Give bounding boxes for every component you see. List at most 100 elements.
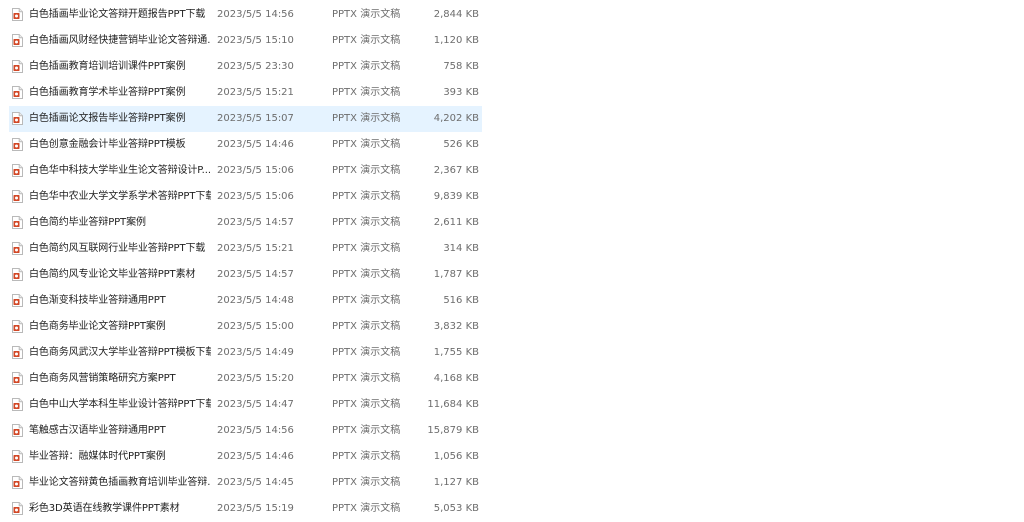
file-name: 白色插画论文报告毕业答辩PPT案例: [29, 113, 186, 124]
file-date: 2023/5/5 14:56: [217, 425, 294, 436]
pptx-file-icon: [12, 346, 23, 359]
file-name: 毕业答辩：融媒体时代PPT案例: [29, 451, 166, 462]
file-row[interactable]: 彩色3D英语在线教学课件PPT素材 2023/5/5 15:19 PPTX 演示…: [9, 496, 482, 522]
file-row[interactable]: 白色中山大学本科生毕业设计答辩PPT下载 2023/5/5 14:47 PPTX…: [9, 392, 482, 418]
pptx-file-icon: [12, 190, 23, 203]
file-date: 2023/5/5 14:56: [217, 9, 294, 20]
file-name: 白色渐变科技毕业答辩通用PPT: [29, 295, 166, 306]
file-row[interactable]: 白色插画教育学术毕业答辩PPT案例 2023/5/5 15:21 PPTX 演示…: [9, 80, 482, 106]
file-row-selected[interactable]: 白色插画论文报告毕业答辩PPT案例 2023/5/5 15:07 PPTX 演示…: [9, 106, 482, 132]
file-name: 白色华中科技大学毕业生论文答辩设计P...: [29, 165, 211, 176]
file-date: 2023/5/5 15:20: [217, 373, 294, 384]
file-date: 2023/5/5 15:10: [217, 35, 294, 46]
file-date: 2023/5/5 15:06: [217, 191, 294, 202]
file-size: 5,053 KB: [433, 503, 479, 514]
file-name: 白色插画教育培训培训课件PPT案例: [29, 61, 186, 72]
file-size: 4,168 KB: [433, 373, 479, 384]
file-name: 白色简约毕业答辩PPT案例: [29, 217, 146, 228]
pptx-file-icon: [12, 112, 23, 125]
file-date: 2023/5/5 14:46: [217, 451, 294, 462]
file-size: 526 KB: [443, 139, 479, 150]
file-row[interactable]: 白色简约毕业答辩PPT案例 2023/5/5 14:57 PPTX 演示文稿 2…: [9, 210, 482, 236]
file-row[interactable]: 白色简约风专业论文毕业答辩PPT素材 2023/5/5 14:57 PPTX 演…: [9, 262, 482, 288]
pptx-file-icon: [12, 86, 23, 99]
file-row[interactable]: 毕业论文答辩黄色插画教育培训毕业答辩... 2023/5/5 14:45 PPT…: [9, 470, 482, 496]
file-row[interactable]: 白色商务毕业论文答辩PPT案例 2023/5/5 15:00 PPTX 演示文稿…: [9, 314, 482, 340]
file-size: 4,202 KB: [433, 113, 479, 124]
file-size: 1,755 KB: [433, 347, 479, 358]
file-size: 2,367 KB: [433, 165, 479, 176]
file-list: 白色插画毕业论文答辩开题报告PPT下载 2023/5/5 14:56 PPTX …: [9, 2, 482, 522]
pptx-file-icon: [12, 34, 23, 47]
file-size: 2,611 KB: [433, 217, 479, 228]
file-name: 白色商务毕业论文答辩PPT案例: [29, 321, 166, 332]
file-date: 2023/5/5 14:45: [217, 477, 294, 488]
file-date: 2023/5/5 14:48: [217, 295, 294, 306]
file-name: 白色创意金融会计毕业答辩PPT模板: [29, 139, 186, 150]
pptx-file-icon: [12, 216, 23, 229]
file-size: 393 KB: [443, 87, 479, 98]
file-name: 白色简约风专业论文毕业答辩PPT素材: [29, 269, 196, 280]
file-name: 笔触感古汉语毕业答辩通用PPT: [29, 425, 166, 436]
file-row[interactable]: 毕业答辩：融媒体时代PPT案例 2023/5/5 14:46 PPTX 演示文稿…: [9, 444, 482, 470]
pptx-file-icon: [12, 476, 23, 489]
file-name: 白色插画教育学术毕业答辩PPT案例: [29, 87, 186, 98]
file-name: 白色简约风互联网行业毕业答辩PPT下载: [29, 243, 206, 254]
file-row[interactable]: 白色创意金融会计毕业答辩PPT模板 2023/5/5 14:46 PPTX 演示…: [9, 132, 482, 158]
file-name: 白色商务风营销策略研究方案PPT: [29, 373, 176, 384]
file-size: 15,879 KB: [427, 425, 479, 436]
file-row[interactable]: 白色商务风营销策略研究方案PPT 2023/5/5 15:20 PPTX 演示文…: [9, 366, 482, 392]
file-name: 彩色3D英语在线教学课件PPT素材: [29, 503, 180, 514]
file-size: 314 KB: [443, 243, 479, 254]
file-date: 2023/5/5 14:57: [217, 269, 294, 280]
file-name: 毕业论文答辩黄色插画教育培训毕业答辩...: [29, 477, 211, 488]
file-date: 2023/5/5 14:46: [217, 139, 294, 150]
file-size: 1,787 KB: [433, 269, 479, 280]
file-date: 2023/5/5 14:49: [217, 347, 294, 358]
pptx-file-icon: [12, 424, 23, 437]
file-row[interactable]: 白色简约风互联网行业毕业答辩PPT下载 2023/5/5 15:21 PPTX …: [9, 236, 482, 262]
pptx-file-icon: [12, 60, 23, 73]
file-name: 白色插画风财经快捷营销毕业论文答辩通...: [29, 35, 211, 46]
file-size: 516 KB: [443, 295, 479, 306]
file-size: 1,120 KB: [433, 35, 479, 46]
file-size: 758 KB: [443, 61, 479, 72]
pptx-file-icon: [12, 242, 23, 255]
file-date: 2023/5/5 15:06: [217, 165, 294, 176]
file-size: 2,844 KB: [433, 9, 479, 20]
file-row[interactable]: 白色华中科技大学毕业生论文答辩设计P... 2023/5/5 15:06 PPT…: [9, 158, 482, 184]
file-row[interactable]: 白色插画毕业论文答辩开题报告PPT下载 2023/5/5 14:56 PPTX …: [9, 2, 482, 28]
file-size: 1,127 KB: [433, 477, 479, 488]
file-date: 2023/5/5 14:57: [217, 217, 294, 228]
file-date: 2023/5/5 15:19: [217, 503, 294, 514]
pptx-file-icon: [12, 320, 23, 333]
file-size: 1,056 KB: [433, 451, 479, 462]
file-size: 11,684 KB: [427, 399, 479, 410]
pptx-file-icon: [12, 268, 23, 281]
file-name: 白色商务风武汉大学毕业答辩PPT模板下载: [29, 347, 211, 358]
file-date: 2023/5/5 23:30: [217, 61, 294, 72]
pptx-file-icon: [12, 372, 23, 385]
file-date: 2023/5/5 15:07: [217, 113, 294, 124]
pptx-file-icon: [12, 398, 23, 411]
pptx-file-icon: [12, 164, 23, 177]
file-row[interactable]: 白色插画教育培训培训课件PPT案例 2023/5/5 23:30 PPTX 演示…: [9, 54, 482, 80]
file-row[interactable]: 白色渐变科技毕业答辩通用PPT 2023/5/5 14:48 PPTX 演示文稿…: [9, 288, 482, 314]
pptx-file-icon: [12, 8, 23, 21]
file-row[interactable]: 笔触感古汉语毕业答辩通用PPT 2023/5/5 14:56 PPTX 演示文稿…: [9, 418, 482, 444]
pptx-file-icon: [12, 450, 23, 463]
pptx-file-icon: [12, 502, 23, 515]
file-date: 2023/5/5 15:21: [217, 243, 294, 254]
file-date: 2023/5/5 15:21: [217, 87, 294, 98]
file-row[interactable]: 白色插画风财经快捷营销毕业论文答辩通... 2023/5/5 15:10 PPT…: [9, 28, 482, 54]
pptx-file-icon: [12, 294, 23, 307]
pptx-file-icon: [12, 138, 23, 151]
file-row[interactable]: 白色商务风武汉大学毕业答辩PPT模板下载 2023/5/5 14:49 PPTX…: [9, 340, 482, 366]
file-date: 2023/5/5 15:00: [217, 321, 294, 332]
file-date: 2023/5/5 14:47: [217, 399, 294, 410]
file-row[interactable]: 白色华中农业大学文学系学术答辩PPT下载 2023/5/5 15:06 PPTX…: [9, 184, 482, 210]
file-name: 白色华中农业大学文学系学术答辩PPT下载: [29, 191, 211, 202]
file-name: 白色插画毕业论文答辩开题报告PPT下载: [29, 9, 206, 20]
file-size: 9,839 KB: [433, 191, 479, 202]
file-name: 白色中山大学本科生毕业设计答辩PPT下载: [29, 399, 211, 410]
